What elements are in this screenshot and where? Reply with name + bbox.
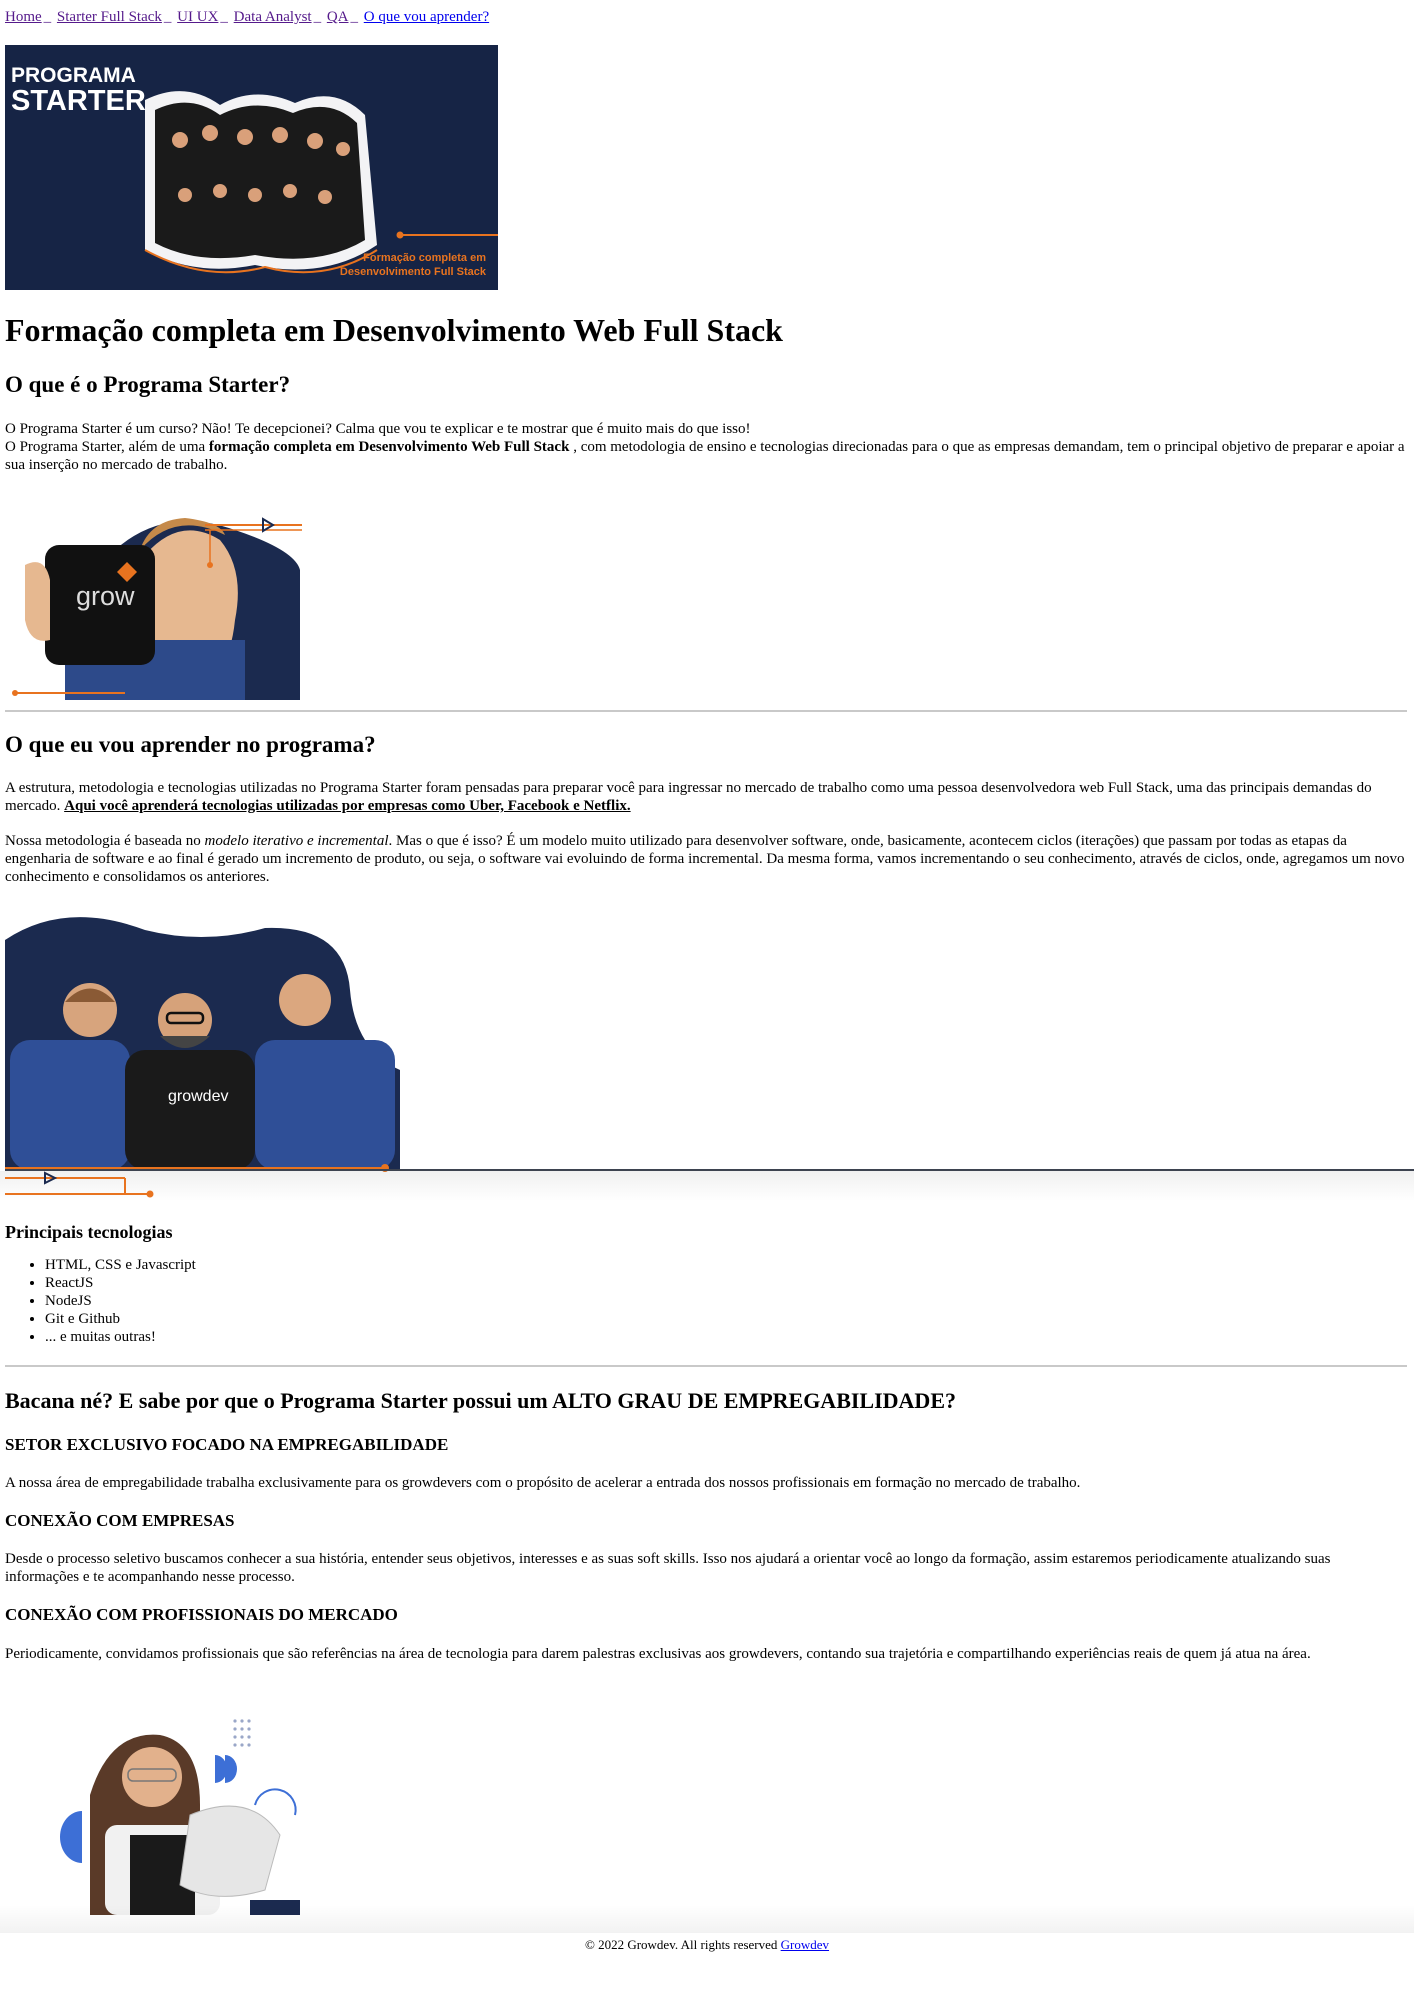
section-professionals-text: Periodicamente, convidamos profissionais… bbox=[5, 1646, 1311, 1662]
section-companies-text: Desde o processo seletivo buscamos conhe… bbox=[5, 1551, 1331, 1585]
student-laptop-photo bbox=[50, 1715, 300, 1915]
circuit-decoration bbox=[5, 1171, 154, 1198]
about-heading: O que é o Programa Starter? bbox=[5, 372, 291, 397]
student-photo-graphic bbox=[60, 1719, 300, 1915]
about-line2-start: O Programa Starter, além de uma bbox=[5, 439, 209, 455]
tech-item: ... e muitas outras! bbox=[45, 1328, 196, 1346]
program-starter-banner: PROGRAMA STARTER Formação completa em De… bbox=[5, 45, 498, 290]
learn-heading: O que eu vou aprender no programa? bbox=[5, 732, 376, 757]
about-line2-bold: formação completa em Desenvolvimento Web… bbox=[208, 439, 570, 455]
nav-link-what-will-i-learn[interactable]: O que vou aprender? bbox=[364, 9, 489, 25]
footer-growdev-link[interactable]: Growdev bbox=[781, 1937, 829, 1952]
section-exclusive-text: A nossa área de empregabilidade trabalha… bbox=[5, 1475, 1081, 1491]
tech-item: Git e Github bbox=[45, 1310, 196, 1328]
nav-link-qa[interactable]: QA bbox=[327, 9, 349, 25]
nav-link-starter-full-stack[interactable]: Starter Full Stack bbox=[57, 9, 162, 25]
shirt-brand-text: growdev bbox=[168, 1088, 229, 1105]
nav-separator: _ bbox=[313, 9, 322, 25]
nav-separator: _ bbox=[163, 9, 172, 25]
learn-paragraph-2: Nossa metodologia é baseada no modelo it… bbox=[5, 832, 1405, 886]
learn-p2-start: Nossa metodologia é baseada no bbox=[5, 833, 205, 849]
growdev-mug-photo: grow bbox=[5, 510, 302, 700]
section-shadow bbox=[0, 1171, 1414, 1201]
footer-shadow bbox=[0, 1905, 1414, 1933]
banner-brand-line1: PROGRAMA bbox=[11, 64, 136, 87]
learn-paragraph-1: A estrutura, metodologia e tecnologias u… bbox=[5, 779, 1405, 815]
section-professionals-title: CONEXÃO COM PROFISSIONAIS DO MERCADO bbox=[5, 1605, 398, 1624]
top-nav: Home _ Starter Full Stack _ UI UX _ Data An… bbox=[5, 8, 491, 26]
team-photo-graphic bbox=[5, 917, 400, 1172]
footer: © 2022 Growdev. All rights reserved Grow… bbox=[0, 1936, 1414, 1954]
tech-item: ReactJS bbox=[45, 1274, 196, 1292]
about-paragraph: O Programa Starter é um curso? Não! Te d… bbox=[5, 420, 1405, 474]
nav-separator: _ bbox=[43, 9, 52, 25]
footer-copyright: © 2022 Growdev. All rights reserved bbox=[584, 1937, 781, 1952]
tech-list: HTML, CSS e Javascript ReactJS NodeJS Gi… bbox=[5, 1256, 196, 1346]
nav-link-ui-ux[interactable]: UI UX bbox=[177, 9, 218, 25]
about-line1: O Programa Starter é um curso? Não! Te d… bbox=[5, 421, 751, 437]
banner-brand-line2: STARTER bbox=[11, 85, 146, 117]
learn-companies-link[interactable]: Aqui você aprenderá tecnologias utilizad… bbox=[64, 798, 630, 814]
section-companies-title: CONEXÃO COM EMPRESAS bbox=[5, 1511, 235, 1530]
team-photo: growdev bbox=[5, 910, 400, 1180]
page-title: Formação completa em Desenvolvimento Web… bbox=[5, 312, 783, 348]
employability-heading: Bacana né? E sabe por que o Programa Sta… bbox=[5, 1388, 956, 1413]
tech-heading: Principais tecnologias bbox=[5, 1222, 173, 1242]
banner-tagline-line1: Formação completa em bbox=[363, 252, 486, 264]
section-divider bbox=[5, 1365, 1407, 1367]
nav-separator: _ bbox=[220, 9, 228, 25]
mug-photo-graphic bbox=[12, 517, 302, 700]
mug-brand-text: grow bbox=[76, 581, 135, 611]
banner-tagline-line2: Desenvolvimento Full Stack bbox=[339, 266, 486, 278]
tech-item: NodeJS bbox=[45, 1292, 196, 1310]
nav-link-data-analyst[interactable]: Data Analyst bbox=[234, 9, 312, 25]
section-exclusive-title: SETOR EXCLUSIVO FOCADO NA EMPREGABILIDAD… bbox=[5, 1435, 449, 1454]
nav-separator: _ bbox=[350, 9, 359, 25]
nav-link-home[interactable]: Home bbox=[5, 9, 42, 25]
section-divider bbox=[5, 710, 1407, 712]
tech-item: HTML, CSS e Javascript bbox=[45, 1256, 196, 1274]
learn-p2-italic: modelo iterativo e incremental bbox=[204, 833, 389, 849]
